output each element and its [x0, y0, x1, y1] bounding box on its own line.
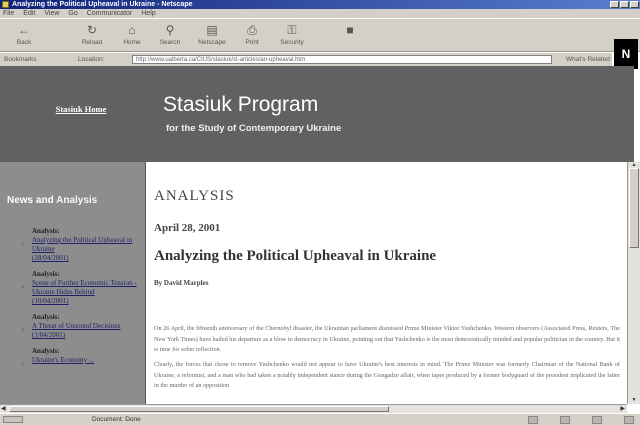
section-title: ANALYSIS — [154, 188, 235, 204]
window-title-bar: Analyzing the Political Upheaval in Ukra… — [0, 0, 640, 9]
printer-icon: ⎙ — [247, 23, 257, 37]
window-title: Analyzing the Political Upheaval in Ukra… — [12, 1, 193, 8]
print-button[interactable]: ⎙ Print — [232, 22, 272, 50]
security-lock-icon[interactable] — [3, 416, 23, 423]
article-paragraph: On 26 April, the fifteenth anniversary o… — [154, 325, 620, 353]
menu-go[interactable]: Go — [68, 9, 77, 18]
home-button[interactable]: ⌂ Home — [112, 22, 152, 50]
vertical-scrollbar[interactable]: ▲ ▼ — [627, 162, 640, 404]
security-button[interactable]: ⚿ Security — [272, 22, 312, 50]
sidebar-news-link[interactable]: A Threat of Unsound Decisions — [32, 322, 140, 331]
article-headline: Analyzing the Political Upheaval in Ukra… — [154, 248, 437, 264]
sidebar-news-item[interactable]: ◦ Analysis: A Threat of Unsound Decision… — [10, 313, 140, 340]
back-button[interactable]: ← Back — [4, 22, 44, 50]
bullet-icon: ◦ — [21, 282, 24, 291]
status-bar: Document: Done — [0, 413, 640, 425]
back-arrow-icon: ← — [18, 23, 30, 37]
article-byline: By David Marples — [154, 279, 209, 287]
newsgroups-icon[interactable] — [592, 416, 602, 424]
sidebar-news-item[interactable]: ◦ Analysis: Ukraine's Economy ... — [10, 347, 140, 368]
navigator-icon[interactable] — [528, 416, 538, 424]
url-input[interactable]: http://www.ualberta.ca/CIUS/stasiuk/st-a… — [132, 55, 552, 64]
article-paragraph: Clearly, the forces that chose to remove… — [154, 361, 620, 389]
menu-view[interactable]: View — [44, 9, 59, 18]
vertical-scroll-thumb[interactable] — [629, 168, 639, 248]
menu-help[interactable]: Help — [141, 9, 155, 18]
sidebar-news-list: ◦ Analysis: Analyzing the Political Uphe… — [10, 227, 140, 372]
menu-edit[interactable]: Edit — [23, 9, 35, 18]
sidebar-news-item[interactable]: ◦ Analysis: Scene of Further Economic Te… — [10, 270, 140, 306]
reload-button[interactable]: ↻ Reload — [72, 22, 112, 50]
netscape-logo[interactable]: N — [614, 39, 638, 69]
maximize-button[interactable] — [620, 1, 629, 8]
bookmarks-button[interactable]: Bookmarks — [4, 53, 37, 66]
bullet-icon: ◦ — [21, 359, 24, 368]
navigation-toolbar: ← Back ↻ Reload ⌂ Home ⚲ Search ▤ Netsca… — [0, 18, 640, 69]
lock-icon: ⚿ — [287, 23, 297, 37]
netscape-icon: ▤ — [206, 23, 218, 37]
sidebar-news-link[interactable]: Analyzing the Political Upheaval in Ukra… — [32, 236, 140, 254]
location-label: Location: — [78, 56, 105, 63]
minimize-button[interactable] — [610, 1, 619, 8]
component-bar — [528, 416, 634, 424]
netscape-window-icon — [2, 1, 9, 8]
site-header-banner: Stasiuk Home Stasiuk Program for the Stu… — [0, 66, 634, 162]
article-date: April 28, 2001 — [154, 222, 221, 234]
search-button[interactable]: ⚲ Search — [150, 22, 190, 50]
menu-communicator[interactable]: Communicator — [87, 9, 133, 18]
article-content: ANALYSIS April 28, 2001 Analyzing the Po… — [145, 162, 627, 404]
scroll-right-arrow-icon[interactable]: ▶ — [620, 405, 625, 413]
sidebar-news-link[interactable]: Scene of Further Economic Tension - Ukra… — [32, 279, 140, 297]
reload-icon: ↻ — [86, 23, 98, 37]
search-icon: ⚲ — [165, 23, 175, 37]
netscape-button[interactable]: ▤ Netscape — [192, 22, 232, 50]
sidebar-heading: News and Analysis — [7, 195, 98, 206]
horizontal-scroll-thumb[interactable] — [9, 406, 389, 412]
menu-bar: File Edit View Go Communicator Help — [0, 9, 640, 18]
horizontal-scrollbar[interactable]: ◀ ▶ — [0, 404, 627, 413]
close-button[interactable] — [630, 1, 639, 8]
whats-related-button[interactable]: What's Related — [566, 53, 610, 66]
composer-icon[interactable] — [624, 416, 634, 424]
mail-icon[interactable] — [560, 416, 570, 424]
stop-icon: ■ — [346, 23, 354, 37]
sidebar-news-link[interactable]: Ukraine's Economy ... — [32, 356, 140, 365]
sidebar-news-item[interactable]: ◦ Analysis: Analyzing the Political Uphe… — [10, 227, 140, 263]
news-sidebar: News and Analysis ◦ Analysis: Analyzing … — [0, 162, 145, 404]
bullet-icon: ◦ — [21, 239, 24, 248]
program-subtitle: for the Study of Contemporary Ukraine — [166, 123, 342, 134]
location-bar: Bookmarks Location: http://www.ualberta.… — [0, 53, 612, 66]
status-text: Document: Done — [92, 416, 141, 423]
home-icon: ⌂ — [128, 23, 136, 37]
stop-button[interactable]: ■ — [330, 22, 370, 50]
program-title: Stasiuk Program — [163, 93, 319, 116]
menu-file[interactable]: File — [3, 9, 14, 18]
bullet-icon: ◦ — [21, 325, 24, 334]
stasiuk-home-link[interactable]: Stasiuk Home — [53, 104, 109, 115]
scroll-left-arrow-icon[interactable]: ◀ — [1, 405, 6, 413]
scroll-down-arrow-icon[interactable]: ▼ — [629, 397, 639, 404]
